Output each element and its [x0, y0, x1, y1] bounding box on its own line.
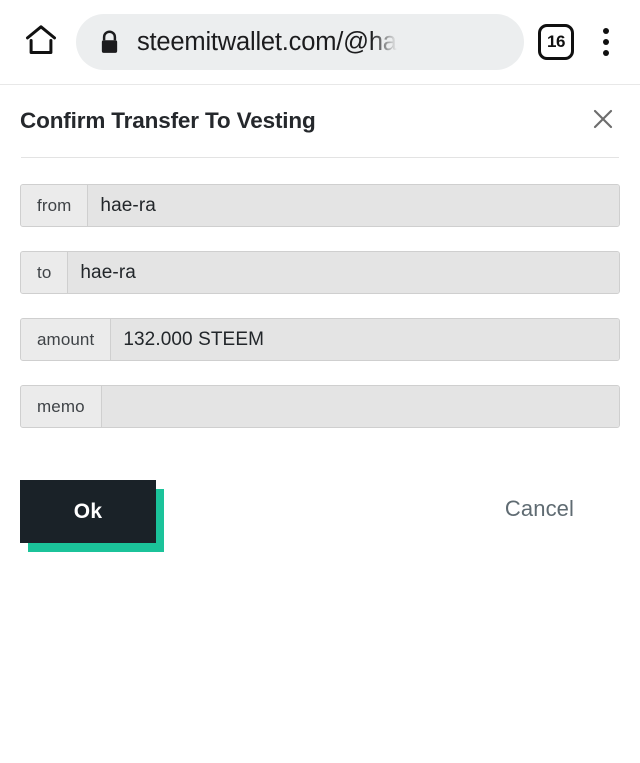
- field-value-to[interactable]: hae-ra: [68, 252, 619, 293]
- field-value-from[interactable]: hae-ra: [88, 185, 619, 226]
- field-row-amount: amount 132.000 STEEM: [20, 318, 620, 361]
- overflow-menu-icon-dot2: [603, 39, 609, 45]
- ok-button[interactable]: Ok: [20, 480, 156, 543]
- field-value-memo[interactable]: [101, 386, 619, 427]
- field-label-to: to: [21, 252, 69, 293]
- app-screen: steemitwallet.com/@ha 16 Confirm Transfe…: [0, 0, 640, 763]
- field-label-amount: amount: [21, 319, 112, 360]
- close-icon: [592, 108, 614, 135]
- field-row-from: from hae-ra: [20, 184, 620, 227]
- field-label-memo: memo: [21, 386, 102, 427]
- confirm-transfer-dialog: Confirm Transfer To Vesting from hae-ra …: [0, 85, 640, 564]
- field-row-to: to hae-ra: [20, 251, 620, 294]
- tab-count-label: 16: [547, 32, 565, 51]
- overflow-menu-icon: [603, 28, 609, 34]
- overflow-menu-icon-dot3: [603, 50, 609, 56]
- field-label-from: from: [21, 185, 89, 226]
- close-button[interactable]: [586, 104, 620, 138]
- field-value-amount[interactable]: 132.000 STEEM: [111, 319, 619, 360]
- lock-icon: [98, 29, 121, 56]
- cancel-button[interactable]: Cancel: [505, 496, 574, 522]
- tab-counter-button[interactable]: 16: [538, 24, 574, 60]
- dialog-header: Confirm Transfer To Vesting: [20, 85, 620, 157]
- url-text: steemitwallet.com/@ha: [137, 28, 397, 56]
- field-row-memo: memo: [20, 385, 620, 428]
- header-divider: [21, 157, 619, 158]
- overflow-menu-button[interactable]: [586, 18, 626, 66]
- browser-toolbar: steemitwallet.com/@ha 16: [0, 0, 640, 85]
- url-bar[interactable]: steemitwallet.com/@ha: [76, 14, 524, 70]
- home-button[interactable]: [14, 15, 68, 69]
- home-icon: [23, 22, 59, 63]
- ok-button-wrapper: Ok: [20, 480, 164, 552]
- page-title: Confirm Transfer To Vesting: [20, 108, 316, 133]
- dialog-actions: Ok Cancel: [20, 480, 620, 564]
